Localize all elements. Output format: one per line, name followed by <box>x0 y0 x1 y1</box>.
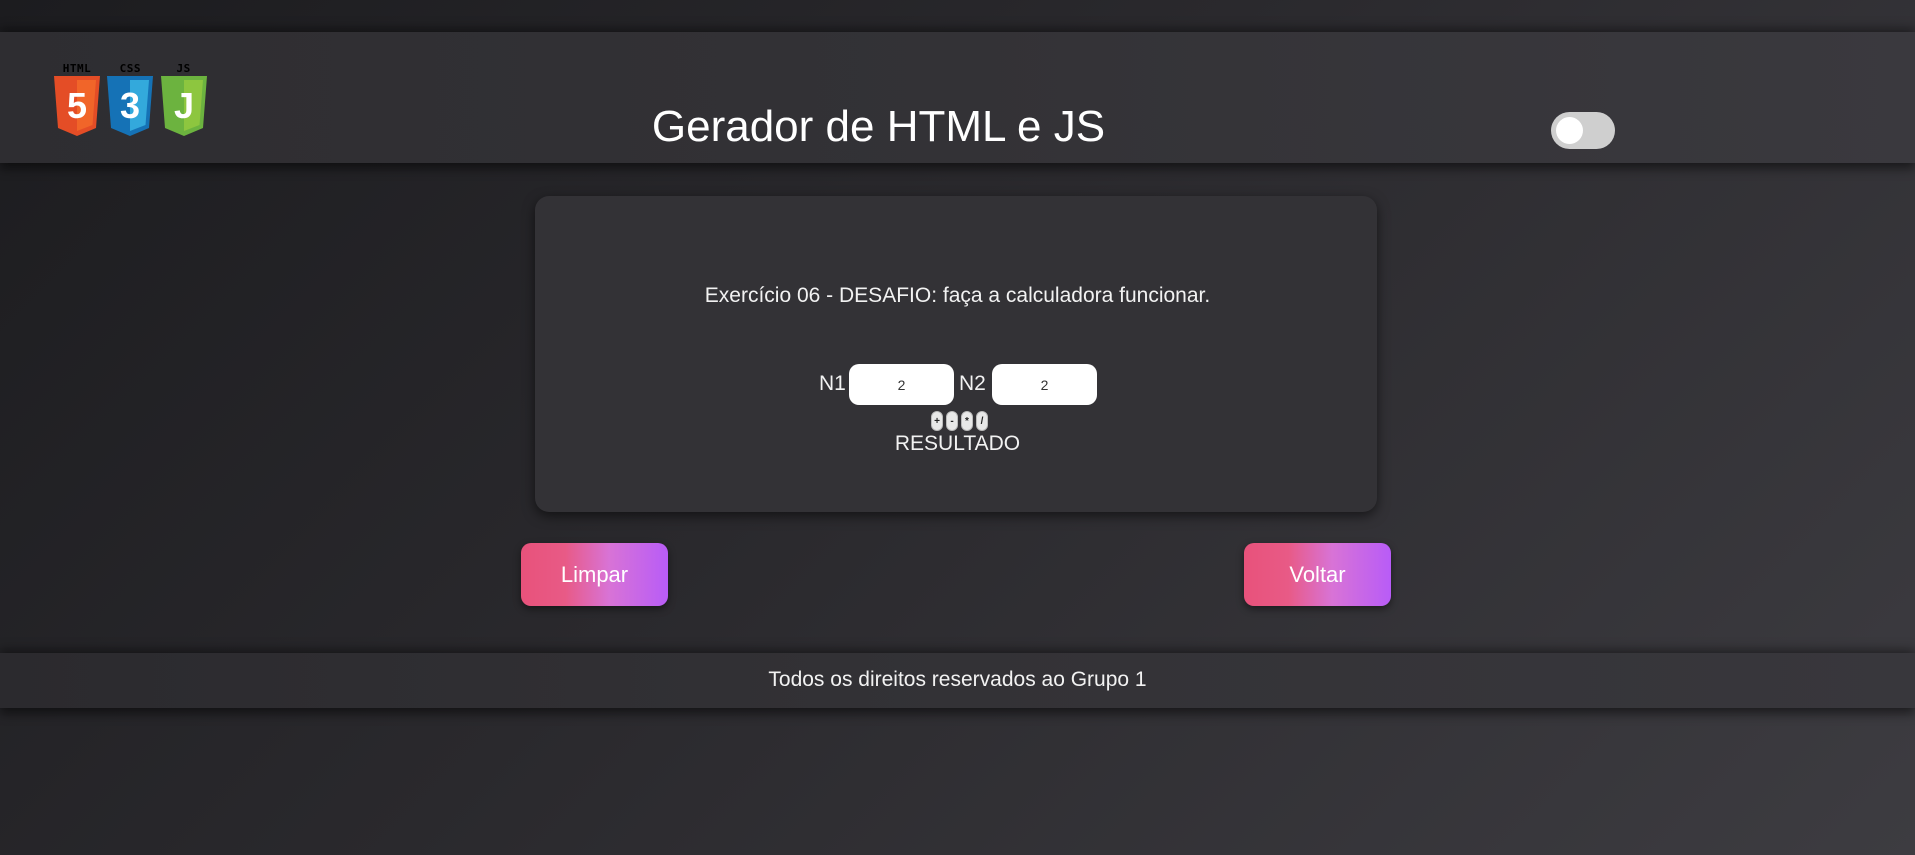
n1-input[interactable] <box>849 364 954 405</box>
result-label: RESULTADO <box>894 432 1021 455</box>
add-button[interactable]: + <box>931 411 943 431</box>
operator-buttons: + - * / <box>931 411 988 431</box>
n2-input[interactable] <box>992 364 1097 405</box>
n1-label: N1 <box>819 372 846 395</box>
n2-label: N2 <box>959 372 986 395</box>
subtract-button[interactable]: - <box>946 411 958 431</box>
page-title: Gerador de HTML e JS <box>651 102 1106 151</box>
back-button[interactable]: Voltar <box>1244 543 1391 606</box>
css-caption: CSS <box>119 62 142 75</box>
theme-toggle[interactable] <box>1551 112 1615 149</box>
html-caption: HTML <box>62 62 92 75</box>
js-caption: JS <box>176 62 191 75</box>
calculator-inputs: N1 N2 <box>0 364 1915 406</box>
toggle-knob[interactable] <box>1556 117 1583 144</box>
clear-button[interactable]: Limpar <box>521 543 668 606</box>
page-header: HTML 5 CSS 3 JS J Gerador de HTML e JS <box>0 32 1915 163</box>
footer-text: Todos os direitos reservados ao Grupo 1 <box>768 668 1147 691</box>
exercise-card <box>535 196 1377 512</box>
multiply-button[interactable]: * <box>961 411 973 431</box>
exercise-title: Exercício 06 - DESAFIO: faça a calculado… <box>704 284 1211 307</box>
divide-button[interactable]: / <box>976 411 988 431</box>
page-footer: Todos os direitos reservados ao Grupo 1 <box>0 653 1915 708</box>
